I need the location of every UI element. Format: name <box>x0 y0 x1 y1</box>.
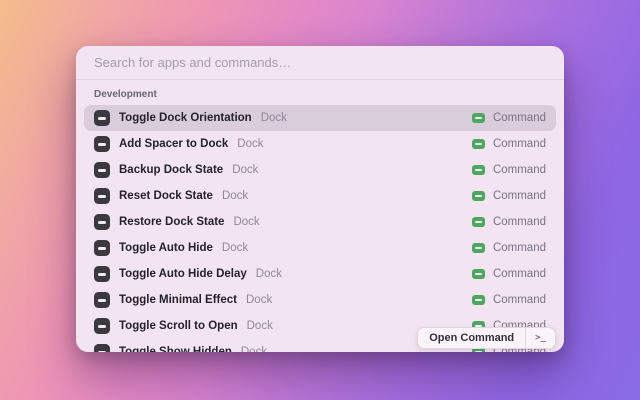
dock-extension-icon <box>472 295 485 305</box>
dock-icon <box>94 240 110 256</box>
dock-extension-icon <box>472 243 485 253</box>
dock-icon <box>94 214 110 230</box>
dock-extension-icon <box>472 269 485 279</box>
command-type-badge: Command <box>493 268 546 280</box>
dock-icon <box>94 188 110 204</box>
command-title: Restore Dock State <box>119 216 224 228</box>
dock-extension-icon <box>472 113 485 123</box>
command-type-badge: Command <box>493 112 546 124</box>
dock-icon <box>94 318 110 334</box>
open-command-hint-label: Open Command <box>418 328 525 348</box>
command-title: Reset Dock State <box>119 190 213 202</box>
dock-icon <box>94 136 110 152</box>
command-title: Toggle Minimal Effect <box>119 294 237 306</box>
command-subtitle: Dock <box>246 294 272 306</box>
command-subtitle: Dock <box>232 164 258 176</box>
command-subtitle: Dock <box>237 138 263 150</box>
terminal-prompt-key-icon: >_ <box>525 328 555 348</box>
command-list: Development Toggle Dock Orientation Dock… <box>76 89 564 352</box>
list-item[interactable]: Backup Dock State Dock Command <box>84 157 556 183</box>
command-title: Toggle Show Hidden <box>119 346 232 352</box>
dock-icon <box>94 266 110 282</box>
command-subtitle: Dock <box>233 216 259 228</box>
command-subtitle: Dock <box>222 190 248 202</box>
command-type-badge: Command <box>493 242 546 254</box>
command-type-badge: Command <box>493 294 546 306</box>
section-header-development: Development <box>94 89 546 100</box>
command-type-badge: Command <box>493 138 546 150</box>
command-title: Add Spacer to Dock <box>119 138 228 150</box>
command-subtitle: Dock <box>256 268 282 280</box>
list-item[interactable]: Toggle Auto Hide Delay Dock Command <box>84 261 556 287</box>
command-type-badge: Command <box>493 164 546 176</box>
list-item[interactable]: Reset Dock State Dock Command <box>84 183 556 209</box>
command-subtitle: Dock <box>247 320 273 332</box>
dock-extension-icon <box>472 139 485 149</box>
command-subtitle: Dock <box>222 242 248 254</box>
open-command-hint[interactable]: Open Command >_ <box>417 327 556 349</box>
dock-extension-icon <box>472 165 485 175</box>
list-item[interactable]: Toggle Minimal Effect Dock Command <box>84 287 556 313</box>
list-item[interactable]: Toggle Dock Orientation Dock Command <box>84 105 556 131</box>
dock-extension-icon <box>472 217 485 227</box>
list-item[interactable]: Restore Dock State Dock Command <box>84 209 556 235</box>
command-title: Toggle Auto Hide <box>119 242 213 254</box>
search-input[interactable] <box>94 55 546 70</box>
command-title: Toggle Scroll to Open <box>119 320 238 332</box>
dock-icon <box>94 110 110 126</box>
dock-icon <box>94 292 110 308</box>
list-item[interactable]: Toggle Auto Hide Dock Command <box>84 235 556 261</box>
command-palette-window: Development Toggle Dock Orientation Dock… <box>76 46 564 352</box>
command-subtitle: Dock <box>261 112 287 124</box>
command-title: Backup Dock State <box>119 164 223 176</box>
dock-icon <box>94 344 110 352</box>
command-type-badge: Command <box>493 216 546 228</box>
dock-icon <box>94 162 110 178</box>
command-subtitle: Dock <box>241 346 267 352</box>
command-title: Toggle Auto Hide Delay <box>119 268 247 280</box>
search-bar <box>76 46 564 80</box>
dock-extension-icon <box>472 191 485 201</box>
list-item[interactable]: Add Spacer to Dock Dock Command <box>84 131 556 157</box>
command-type-badge: Command <box>493 190 546 202</box>
command-title: Toggle Dock Orientation <box>119 112 252 124</box>
